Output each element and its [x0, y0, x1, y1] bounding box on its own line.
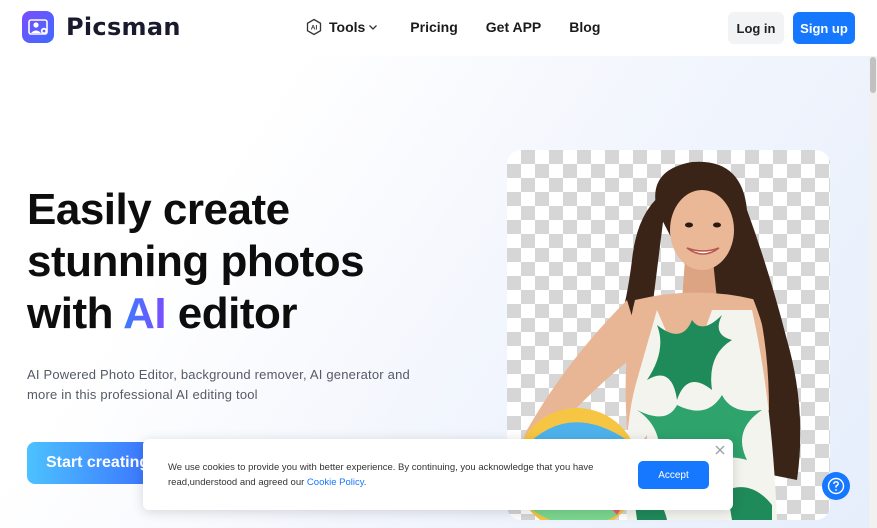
headline-line-3-pre: with	[27, 289, 124, 338]
nav-blog[interactable]: Blog	[569, 19, 600, 35]
nav-get-app[interactable]: Get APP	[486, 19, 542, 35]
chevron-down-icon	[369, 25, 378, 30]
logo[interactable]: Picsman	[22, 11, 181, 43]
main-nav: AI Tools Pricing Get APP Blog	[305, 18, 600, 36]
headline-line-2: stunning photos	[27, 237, 365, 286]
signup-button[interactable]: Sign up	[793, 12, 855, 44]
cookie-policy-link[interactable]: Cookie Policy	[307, 477, 364, 488]
headline-line-3-post: editor	[166, 289, 298, 338]
headline-line-1: Easily create	[27, 185, 290, 234]
picsman-logo-icon	[22, 11, 54, 43]
hero-headline: Easily create stunning photos with AI ed…	[27, 184, 365, 340]
site-header: Picsman AI Tools Pricing Get APP Blog Lo…	[0, 0, 877, 56]
page-scrollbar[interactable]	[869, 56, 877, 528]
scrollbar-thumb[interactable]	[870, 57, 876, 93]
accept-cookies-button[interactable]: Accept	[638, 461, 709, 489]
help-button[interactable]	[822, 472, 850, 500]
cookie-text: We use cookies to provide you with bette…	[168, 460, 598, 490]
headline-ai-accent: AI	[123, 289, 167, 338]
nav-tools[interactable]: AI Tools	[305, 18, 378, 36]
brand-name: Picsman	[66, 13, 181, 41]
ai-badge-icon: AI	[306, 18, 322, 36]
hero-subtext: AI Powered Photo Editor, background remo…	[27, 367, 410, 402]
ai-badge-text: AI	[311, 25, 318, 32]
cookie-message: We use cookies to provide you with bette…	[168, 462, 594, 488]
close-icon[interactable]	[714, 444, 726, 456]
login-button[interactable]: Log in	[728, 12, 784, 44]
cookie-message-end: .	[363, 477, 367, 488]
nav-pricing[interactable]: Pricing	[410, 19, 457, 35]
nav-tools-label: Tools	[329, 19, 366, 35]
cookie-banner: We use cookies to provide you with bette…	[143, 439, 733, 510]
help-icon	[827, 477, 845, 495]
